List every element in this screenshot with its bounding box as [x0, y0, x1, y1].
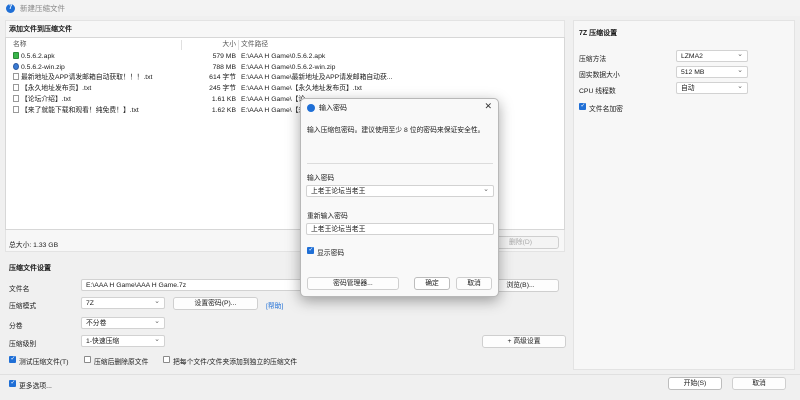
- txt-icon: [13, 106, 19, 113]
- reenter-password-field[interactable]: 上老王论坛当老王: [306, 223, 494, 235]
- column-header-name[interactable]: 名称: [13, 40, 27, 50]
- test-archive-checkbox[interactable]: [9, 355, 16, 363]
- threads-select[interactable]: 自动: [676, 82, 748, 94]
- dialog-title: 输入密码: [319, 104, 347, 112]
- table-row[interactable]: 【永久地址发布页】.txt 245 字节 E:\AAA H Game\【永久地址…: [6, 84, 564, 94]
- dict-label: 固实数据大小: [579, 72, 620, 79]
- file-name: 0.5.6.2-win.zip: [21, 64, 65, 71]
- file-name: 【来了就能下载和观看！纯免费！】.txt: [21, 107, 139, 114]
- txt-icon: [13, 73, 19, 80]
- threads-label: CPU 线程数: [579, 88, 616, 95]
- files-heading: 添加文件到压缩文件: [9, 26, 72, 33]
- table-row[interactable]: 0.5.6.2-win.zip 788 MB E:\AAA H Game\0.5…: [6, 63, 564, 73]
- method-label: 压缩方法: [579, 56, 607, 63]
- file-size: 245 字节: [209, 85, 236, 92]
- file-name: 最新地址及APP请发邮箱自动获取！！！.txt: [21, 74, 153, 81]
- dialog-instruction: 输入压缩包密码。建议使用至少 8 位的密码来保证安全性。: [307, 127, 485, 134]
- level-select[interactable]: 1-快速压缩: [81, 335, 165, 347]
- start-button[interactable]: 开始(S): [668, 377, 722, 390]
- file-path: E:\AAA H Game\【永久地址发布页】.txt: [241, 85, 362, 92]
- delete-after-checkbox[interactable]: [84, 356, 91, 363]
- window-title: 新建压缩文件: [20, 3, 65, 13]
- test-archive-label: 测试压缩文件(T): [19, 359, 69, 366]
- help-link[interactable]: [帮助]: [266, 300, 283, 310]
- file-list-header: 名称 大小 文件路径: [6, 40, 564, 50]
- delete-after-label: 压缩后删除原文件: [94, 359, 149, 366]
- title-bar: 7 新建压缩文件: [0, 0, 800, 16]
- table-row[interactable]: 最新地址及APP请发邮箱自动获取！！！.txt 614 字节 E:\AAA H …: [6, 73, 564, 83]
- file-size: 579 MB: [212, 53, 236, 60]
- file-name: 【永久地址发布页】.txt: [21, 85, 92, 92]
- column-header-path[interactable]: 文件路径: [241, 40, 268, 50]
- show-password-checkbox[interactable]: [307, 246, 314, 254]
- advanced-settings-button[interactable]: + 高级设置: [482, 335, 566, 348]
- app-logo-icon: 7: [6, 3, 15, 13]
- txt-icon: [13, 84, 19, 91]
- close-icon[interactable]: ✕: [484, 101, 492, 112]
- file-path: E:\AAA H Game\0.5.6.2-win.zip: [241, 64, 336, 71]
- file-name: 【论坛介绍】.txt: [21, 96, 71, 103]
- password-field[interactable]: 上老王论坛当老王: [306, 185, 494, 197]
- settings-heading: 压缩文件设置: [9, 265, 51, 272]
- split-select[interactable]: 不分卷: [81, 317, 165, 329]
- set-password-button[interactable]: 设置密码(P)...: [173, 297, 258, 310]
- dict-select[interactable]: 512 MB: [676, 66, 748, 78]
- total-size: 总大小: 1.33 GB: [9, 242, 59, 249]
- mode-select[interactable]: 7Z: [81, 297, 165, 309]
- zip-icon: [13, 63, 19, 70]
- file-name: 0.5.6.2.apk: [21, 53, 55, 60]
- file-size: 1.62 KB: [211, 107, 236, 114]
- separate-archives-checkbox[interactable]: [163, 356, 170, 363]
- more-options-checkbox[interactable]: [9, 379, 16, 387]
- more-options-label[interactable]: 更多选项...: [19, 380, 52, 390]
- dialog-divider: [307, 163, 493, 164]
- encrypt-names-label: 文件名加密: [589, 106, 623, 113]
- file-size: 788 MB: [212, 64, 236, 71]
- filename-label: 文件名: [9, 286, 30, 293]
- mode-label: 压缩模式: [9, 303, 37, 310]
- format-heading: 7Z 压缩设置: [579, 30, 618, 37]
- lock-icon: [307, 103, 315, 112]
- dialog-cancel-button[interactable]: 取消: [456, 277, 492, 290]
- password-dialog: 输入密码 ✕ 输入压缩包密码。建议使用至少 8 位的密码来保证安全性。 输入密码…: [300, 98, 499, 297]
- file-path: E:\AAA H Game\0.5.6.2.apk: [241, 53, 326, 60]
- password-label: 输入密码: [307, 175, 335, 182]
- reenter-label: 重新输入密码: [307, 213, 348, 220]
- level-label: 压缩级别: [9, 341, 37, 348]
- table-row[interactable]: 0.5.6.2.apk 579 MB E:\AAA H Game\0.5.6.2…: [6, 52, 564, 62]
- method-select[interactable]: LZMA2: [676, 50, 748, 62]
- separate-archives-label: 把每个文件/文件夹添加到独立的压缩文件: [173, 359, 298, 366]
- file-path: E:\AAA H Game\最新地址及APP请发邮箱自动获...: [241, 74, 393, 81]
- txt-icon: [13, 95, 19, 102]
- dialog-title-bar: 输入密码 ✕: [301, 99, 498, 116]
- column-divider: [238, 40, 239, 50]
- encrypt-names-checkbox[interactable]: [579, 102, 586, 110]
- split-label: 分卷: [9, 323, 23, 330]
- column-header-size[interactable]: 大小: [166, 40, 236, 50]
- password-manager-button[interactable]: 密码管理器...: [307, 277, 399, 290]
- ok-button[interactable]: 确定: [414, 277, 450, 290]
- show-password-label: 显示密码: [317, 250, 345, 257]
- cancel-button[interactable]: 取消: [732, 377, 786, 390]
- apk-icon: [13, 52, 19, 59]
- file-size: 1.61 KB: [211, 96, 236, 103]
- file-size: 614 字节: [209, 74, 236, 81]
